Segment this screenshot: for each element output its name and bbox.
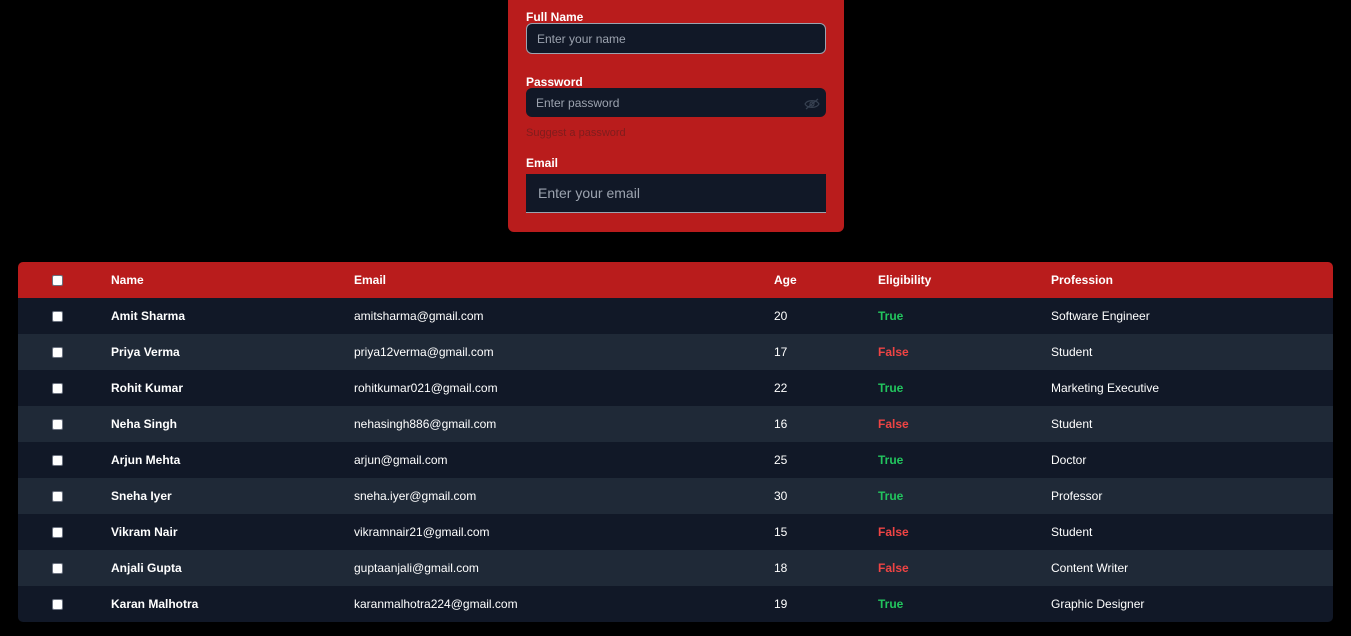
cell-age: 19 xyxy=(774,597,788,611)
cell-age: 25 xyxy=(774,453,788,467)
cell-eligibility: False xyxy=(878,525,909,539)
row-select-cell xyxy=(18,442,111,478)
table-header-row: Name Email Age Eligibility Profession xyxy=(18,262,1333,298)
cell-eligibility: True xyxy=(878,453,904,467)
email-label: Email xyxy=(526,156,559,170)
table-row: Arjun Mehta arjun@gmail.com 25 True Doctor xyxy=(18,442,1333,478)
select-all-checkbox[interactable] xyxy=(52,275,63,287)
row-checkbox[interactable] xyxy=(52,527,63,539)
cell-name: Anjali Gupta xyxy=(111,561,182,575)
cell-email: sneha.iyer@gmail.com xyxy=(354,489,477,503)
cell-eligibility: False xyxy=(878,417,909,431)
row-checkbox[interactable] xyxy=(52,383,63,395)
table-row: Anjali Gupta guptaanjali@gmail.com 18 False… xyxy=(18,550,1333,586)
cell-eligibility: False xyxy=(878,345,909,359)
password-input[interactable] xyxy=(526,88,826,117)
cell-age: 17 xyxy=(774,345,788,359)
cell-name: Vikram Nair xyxy=(111,525,178,539)
select-all-cell xyxy=(18,262,111,298)
cell-name: Priya Verma xyxy=(111,345,180,359)
cell-email: arjun@gmail.com xyxy=(354,453,448,467)
row-checkbox[interactable] xyxy=(52,599,63,611)
cell-profession: Content Writer xyxy=(1051,561,1129,575)
row-checkbox[interactable] xyxy=(52,491,63,503)
row-select-cell xyxy=(18,334,111,370)
header-email[interactable]: Email xyxy=(354,262,774,298)
table-row: Neha Singh nehasingh886@gmail.com 16 False S… xyxy=(18,406,1333,442)
cell-name: Rohit Kumar xyxy=(111,381,183,395)
cell-name: Sneha Iyer xyxy=(111,489,172,503)
cell-email: karanmalhotra224@gmail.com xyxy=(354,597,518,611)
row-select-cell xyxy=(18,298,111,334)
table-row: Priya Verma priya12verma@gmail.com 17 False… xyxy=(18,334,1333,370)
cell-age: 18 xyxy=(774,561,788,575)
cell-email: vikramnair21@gmail.com xyxy=(354,525,490,539)
users-table: Name Email Age Eligibility Profession Am… xyxy=(18,262,1333,622)
header-age[interactable]: Age xyxy=(774,262,878,298)
row-select-cell xyxy=(18,514,111,550)
row-select-cell xyxy=(18,406,111,442)
row-select-cell xyxy=(18,370,111,406)
password-label: Password xyxy=(526,75,583,89)
cell-name: Karan Malhotra xyxy=(111,597,199,611)
cell-eligibility: True xyxy=(878,597,904,611)
suggest-password-link[interactable]: Suggest a password xyxy=(526,127,626,139)
cell-age: 15 xyxy=(774,525,788,539)
eye-off-icon[interactable] xyxy=(804,97,820,110)
header-profession[interactable]: Profession xyxy=(1051,262,1333,298)
cell-profession: Student xyxy=(1051,417,1093,431)
row-select-cell xyxy=(18,586,111,622)
cell-profession: Student xyxy=(1051,525,1093,539)
cell-email: nehasingh886@gmail.com xyxy=(354,417,497,431)
row-checkbox[interactable] xyxy=(52,563,63,575)
cell-profession: Graphic Designer xyxy=(1051,597,1145,611)
cell-age: 22 xyxy=(774,381,788,395)
cell-age: 16 xyxy=(774,417,788,431)
cell-profession: Doctor xyxy=(1051,453,1087,467)
row-checkbox[interactable] xyxy=(52,455,63,467)
registration-form: Full Name Password Suggest a password Em… xyxy=(508,0,844,232)
cell-age: 30 xyxy=(774,489,788,503)
cell-eligibility: True xyxy=(878,309,904,323)
cell-profession: Student xyxy=(1051,345,1093,359)
cell-profession: Professor xyxy=(1051,489,1103,503)
cell-email: rohitkumar021@gmail.com xyxy=(354,381,498,395)
header-name[interactable]: Name xyxy=(111,262,354,298)
cell-email: priya12verma@gmail.com xyxy=(354,345,494,359)
table-row: Sneha Iyer sneha.iyer@gmail.com 30 True Prof… xyxy=(18,478,1333,514)
row-select-cell xyxy=(18,550,111,586)
row-checkbox[interactable] xyxy=(52,311,63,323)
full-name-label: Full Name xyxy=(526,10,584,24)
cell-email: amitsharma@gmail.com xyxy=(354,309,484,323)
cell-profession: Software Engineer xyxy=(1051,309,1150,323)
row-select-cell xyxy=(18,478,111,514)
cell-profession: Marketing Executive xyxy=(1051,381,1160,395)
cell-eligibility: True xyxy=(878,381,904,395)
cell-age: 20 xyxy=(774,309,788,323)
cell-name: Arjun Mehta xyxy=(111,453,181,467)
table-row: Amit Sharma amitsharma@gmail.com 20 True Sof… xyxy=(18,298,1333,334)
cell-email: guptaanjali@gmail.com xyxy=(354,561,479,575)
cell-name: Amit Sharma xyxy=(111,309,186,323)
header-eligibility[interactable]: Eligibility xyxy=(878,262,1051,298)
table-row: Vikram Nair vikramnair21@gmail.com 15 False… xyxy=(18,514,1333,550)
table-row: Karan Malhotra karanmalhotra224@gmail.com… xyxy=(18,586,1333,622)
cell-eligibility: False xyxy=(878,561,909,575)
cell-eligibility: True xyxy=(878,489,904,503)
row-checkbox[interactable] xyxy=(52,347,63,359)
table-row: Rohit Kumar rohitkumar021@gmail.com 22 True… xyxy=(18,370,1333,406)
cell-name: Neha Singh xyxy=(111,417,178,431)
full-name-input[interactable] xyxy=(526,23,826,54)
email-input[interactable] xyxy=(526,174,826,213)
row-checkbox[interactable] xyxy=(52,419,63,431)
